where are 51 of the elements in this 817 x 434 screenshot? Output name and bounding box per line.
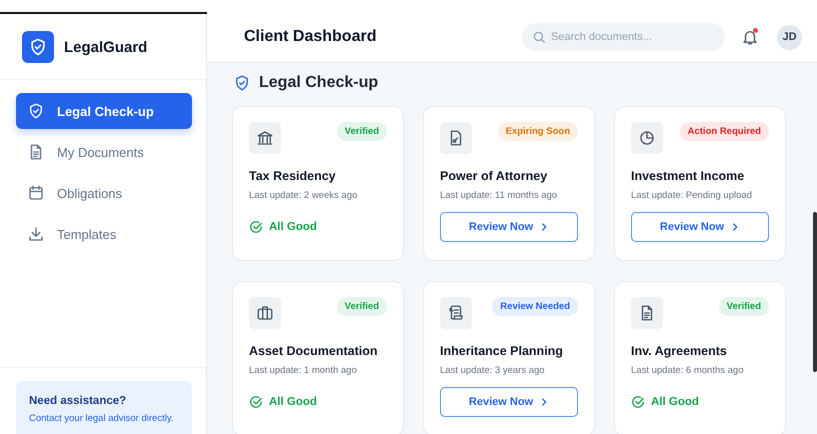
status-text: All Good (269, 396, 317, 408)
check-circle-icon (249, 395, 263, 409)
check-circle-icon (249, 220, 263, 234)
card-title: Tax Residency (249, 169, 337, 183)
search-icon (532, 30, 546, 44)
status-badge: Verified (718, 297, 769, 316)
last-update: Last update: 1 month ago (249, 365, 358, 376)
user-avatar[interactable]: JD (777, 24, 802, 50)
brand-name: LegalGuard (64, 38, 148, 56)
last-update: Last update: 2 weeks ago (249, 190, 358, 201)
bell-icon (741, 28, 759, 46)
shield-check-icon (233, 74, 251, 92)
pie-chart-icon (638, 129, 656, 147)
bank-icon (256, 129, 274, 147)
card-title: Asset Documentation (249, 344, 378, 358)
shield-logo (22, 31, 54, 63)
review-button[interactable]: Review Now (440, 387, 578, 417)
help-text: Contact your legal advisor directly. (29, 413, 174, 424)
last-update: Last update: 3 years ago (440, 365, 546, 376)
review-button[interactable]: Review Now (440, 212, 578, 242)
status-badge: Expiring Soon (498, 122, 578, 141)
scrollbar-thumb[interactable] (813, 212, 817, 372)
status-badge: Action Required (680, 122, 769, 141)
status-text: All Good (269, 221, 317, 233)
status-text: All Good (651, 396, 699, 408)
notification-button[interactable] (741, 28, 759, 46)
nav-item[interactable]: Templates (16, 216, 192, 252)
nav-item[interactable]: Legal Check-up (16, 93, 192, 129)
last-update: Last update: 6 months ago (631, 365, 744, 376)
status-badge: Verified (336, 297, 387, 316)
status-badge: Review Needed (492, 297, 578, 316)
search-field[interactable]: Search documents... (522, 23, 725, 51)
check-circle-icon (631, 395, 645, 409)
section-title: Legal Check-up (259, 74, 378, 92)
nav-item[interactable]: Obligations (16, 175, 192, 211)
calendar-icon (27, 184, 45, 202)
nav-item[interactable]: My Documents (16, 134, 192, 170)
card-title: Inheritance Planning (440, 344, 564, 358)
download-icon (27, 225, 45, 243)
briefcase-icon (256, 304, 274, 322)
card-title: Investment Income (631, 169, 746, 183)
status-badge: Verified (336, 122, 387, 141)
card-title: Inv. Agreements (631, 344, 728, 358)
help-title: Need assistance? (29, 395, 128, 407)
last-update: Last update: Pending upload (631, 190, 753, 201)
page-title: Client Dashboard (244, 28, 378, 46)
review-button[interactable]: Review Now (631, 212, 769, 242)
scroll-icon (447, 304, 465, 322)
shield-check-icon (27, 102, 45, 120)
last-update: Last update: 11 months ago (440, 190, 558, 201)
card-title: Power of Attorney (440, 169, 548, 183)
